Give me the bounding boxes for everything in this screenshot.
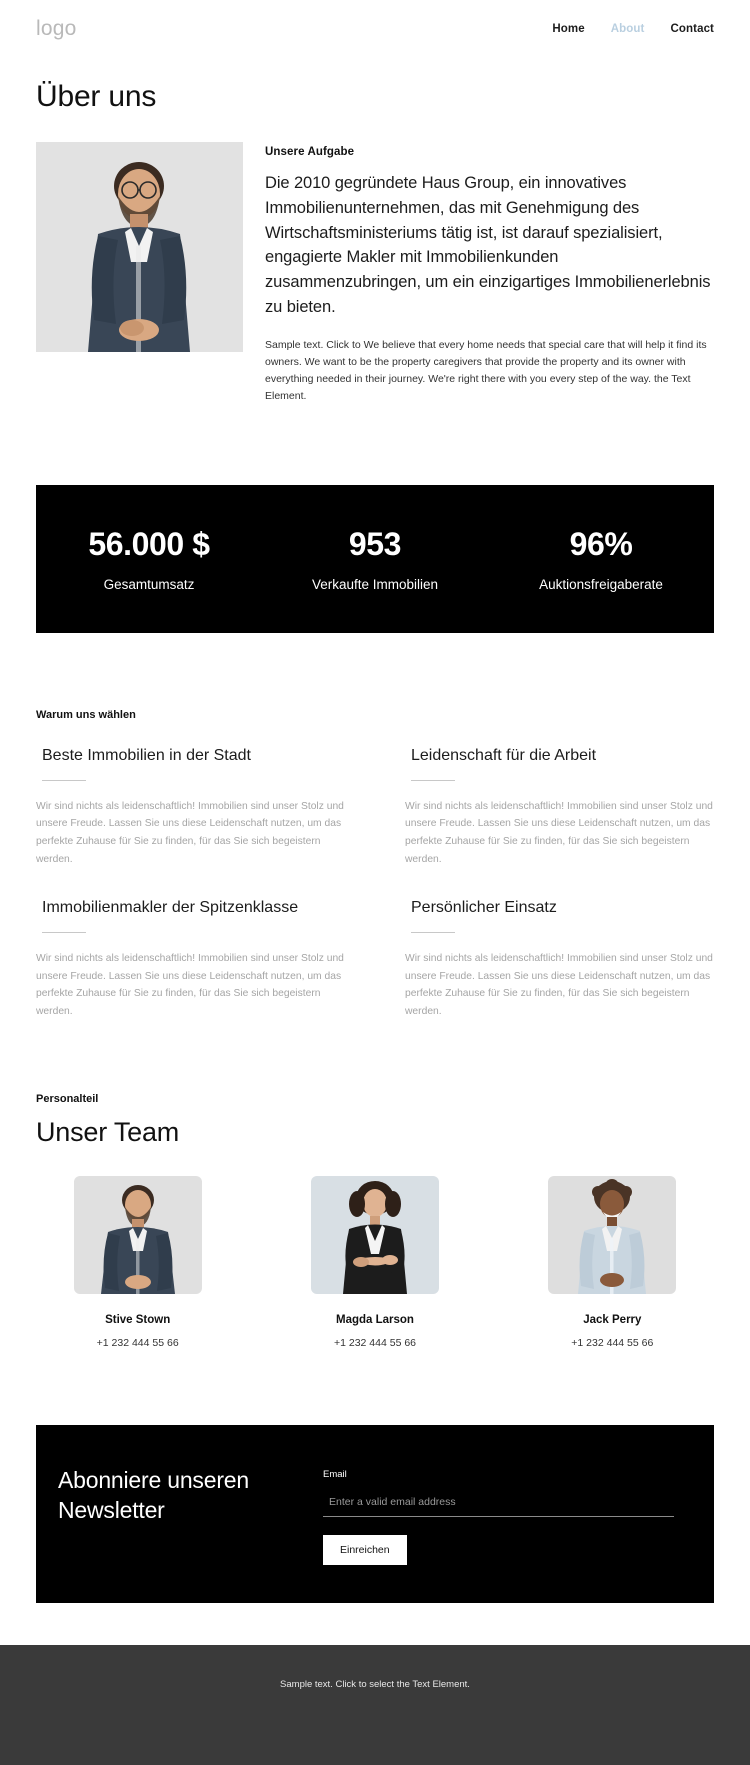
site-footer: Sample text. Click to select the Text El… <box>0 1644 750 1765</box>
team-member-phone[interactable]: +1 232 444 55 66 <box>511 1337 714 1349</box>
stat-item-revenue: 56.000 $ Gesamtumsatz <box>36 526 262 592</box>
feature-body: Wir sind nichts als leidenschaftlich! Im… <box>36 952 344 1017</box>
main-navigation: Home About Contact <box>552 23 714 35</box>
feature-body: Wir sind nichts als leidenschaftlich! Im… <box>405 952 713 1017</box>
about-photo <box>36 142 243 352</box>
newsletter-title: Abonniere unseren Newsletter <box>58 1466 249 1524</box>
site-header: logo Home About Contact <box>0 0 750 58</box>
team-member-photo <box>310 1175 439 1294</box>
member-photo-illustration <box>310 1175 439 1294</box>
team-member-phone[interactable]: +1 232 444 55 66 <box>36 1337 239 1349</box>
feature-card: Persönlicher Einsatz Wir sind nichts als… <box>405 897 714 1021</box>
team-kicker: Personalteil <box>36 1092 99 1105</box>
stat-value: 56.000 $ <box>88 525 210 562</box>
team-member-photo <box>73 1175 202 1294</box>
feature-body: Wir sind nichts als leidenschaftlich! Im… <box>36 800 344 865</box>
feature-card: Immobilienmakler der Spitzenklasse Wir s… <box>36 897 345 1021</box>
team-member-phone[interactable]: +1 232 444 55 66 <box>273 1337 476 1349</box>
member-photo-illustration <box>548 1175 677 1294</box>
nav-link-about[interactable]: About <box>611 23 645 35</box>
stat-label: Auktionsfreigaberate <box>539 576 663 592</box>
feature-title: Leidenschaft für die Arbeit <box>411 746 597 764</box>
site-logo[interactable]: logo <box>36 17 77 41</box>
team-member-name: Jack Perry <box>583 1313 642 1326</box>
about-photo-illustration <box>36 142 243 352</box>
about-lead-paragraph: Die 2010 gegründete Haus Group, ein inno… <box>265 174 711 316</box>
stat-value: 96% <box>569 525 633 562</box>
feature-card: Leidenschaft für die Arbeit Wir sind nic… <box>405 745 714 869</box>
team-member-photo <box>548 1175 677 1294</box>
stat-label: Verkaufte Immobilien <box>311 576 439 592</box>
about-kicker: Unsere Aufgabe <box>265 146 355 158</box>
team-member-name: Stive Stown <box>105 1313 171 1326</box>
member-photo-illustration <box>73 1175 202 1294</box>
newsletter-form: Email Einreichen <box>323 1465 674 1565</box>
feature-divider <box>42 931 86 933</box>
email-field-label: Email <box>323 1468 347 1480</box>
page-title: Über uns <box>36 80 157 113</box>
feature-divider <box>411 931 455 933</box>
stat-item-properties-sold: 953 Verkaufte Immobilien <box>262 526 488 592</box>
stat-item-auction-rate: 96% Auktionsfreigaberate <box>488 526 714 592</box>
about-section: Unsere Aufgabe Die 2010 gegründete Haus … <box>0 114 750 405</box>
team-member-card[interactable]: Magda Larson +1 232 444 55 66 <box>273 1175 476 1349</box>
newsletter-section: Abonniere unseren Newsletter Email Einre… <box>36 1424 714 1603</box>
team-title: Unser Team <box>36 1116 180 1147</box>
about-text: Unsere Aufgabe Die 2010 gegründete Haus … <box>265 142 714 405</box>
feature-title: Persönlicher Einsatz <box>411 898 557 916</box>
features-grid: Beste Immobilien in der Stadt Wir sind n… <box>36 745 714 1021</box>
features-kicker: Warum uns wählen <box>36 708 136 721</box>
feature-card: Beste Immobilien in der Stadt Wir sind n… <box>36 745 345 869</box>
features-section: Warum uns wählen Beste Immobilien in der… <box>0 633 750 1021</box>
stat-label: Gesamtumsatz <box>103 576 195 592</box>
nav-link-home[interactable]: Home <box>552 23 584 35</box>
team-member-name: Magda Larson <box>336 1313 414 1326</box>
feature-title: Immobilienmakler der Spitzenklasse <box>42 898 299 916</box>
nav-link-contact[interactable]: Contact <box>670 23 714 35</box>
team-member-card[interactable]: Stive Stown +1 232 444 55 66 <box>36 1175 239 1349</box>
footer-text: Sample text. Click to select the Text El… <box>280 1678 470 1690</box>
feature-divider <box>42 779 86 781</box>
newsletter-submit-button[interactable]: Einreichen <box>323 1534 407 1565</box>
feature-divider <box>411 779 455 781</box>
stats-band: 56.000 $ Gesamtumsatz 953 Verkaufte Immo… <box>36 484 714 633</box>
stat-value: 953 <box>348 525 402 562</box>
email-input[interactable] <box>323 1495 674 1517</box>
team-grid: Stive Stown +1 232 444 55 66 Magda Larso… <box>36 1175 714 1349</box>
team-member-card[interactable]: Jack Perry +1 232 444 55 66 <box>511 1175 714 1349</box>
about-small-paragraph: Sample text. Click to We believe that ev… <box>265 338 707 402</box>
feature-body: Wir sind nichts als leidenschaftlich! Im… <box>405 800 713 865</box>
feature-title: Beste Immobilien in der Stadt <box>42 746 251 764</box>
page-root: logo Home About Contact Über uns Unsere … <box>0 0 750 1765</box>
team-section: Personalteil Unser Team Stive Stown +1 2… <box>0 1021 750 1349</box>
